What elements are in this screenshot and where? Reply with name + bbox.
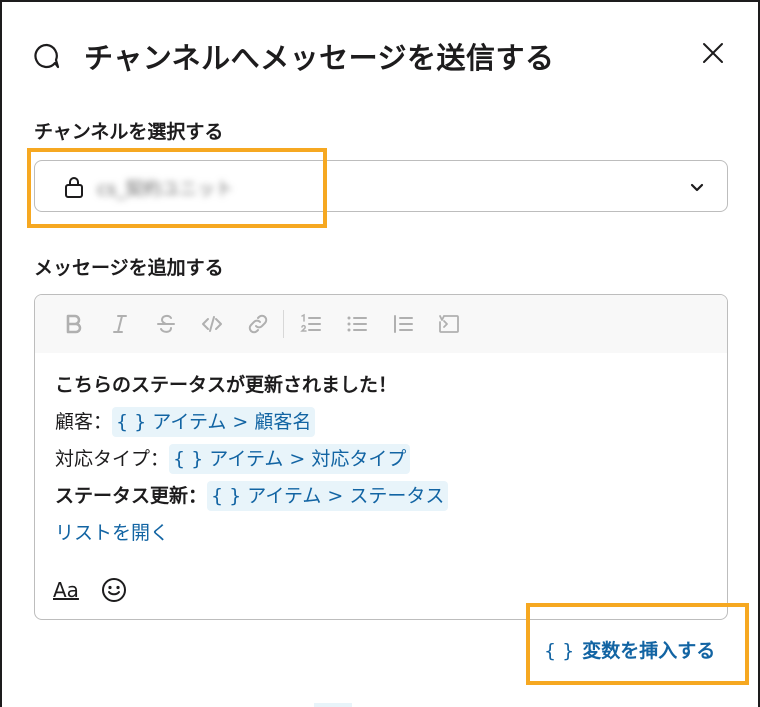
code-icon[interactable] [189, 301, 235, 347]
chevron-down-icon [690, 183, 704, 192]
dialog-header: チャンネルへメッセージを送信する [34, 36, 734, 76]
bulleted-list-icon[interactable] [334, 301, 380, 347]
message-line-4: ステータス更新：{ } アイテム > ステータス [55, 478, 707, 515]
status-update-label: ステータス更新： [55, 485, 208, 507]
message-line-1: こちらのステータスが更新されました！ [55, 374, 398, 396]
message-line-2: 顧客：{ } アイテム > 顧客名 [55, 404, 707, 441]
strikethrough-icon[interactable] [143, 301, 189, 347]
code-block-icon[interactable] [426, 301, 472, 347]
close-icon [703, 43, 723, 63]
format-toggle-button[interactable]: Aa [51, 578, 81, 602]
message-editor[interactable]: こちらのステータスが更新されました！ 顧客：{ } アイテム > 顧客名 対応タ… [34, 294, 728, 620]
toolbar-divider [283, 310, 284, 338]
channel-label: チャンネルを選択する [34, 121, 224, 143]
editor-footer: Aa [51, 577, 127, 603]
variable-chip-status[interactable]: { } アイテム > ステータス [207, 481, 449, 511]
variable-chip-customer[interactable]: { } アイテム > 顧客名 [112, 407, 316, 437]
emoji-icon[interactable] [101, 577, 127, 603]
close-button[interactable] [696, 36, 730, 70]
highlight-box-insert-variable [526, 603, 749, 685]
open-list-link[interactable]: リストを開く [55, 515, 707, 552]
partial-element-bottom [314, 703, 352, 707]
variable-chip-response-type[interactable]: { } アイテム > 対応タイプ [169, 444, 411, 474]
customer-label: 顧客： [55, 411, 113, 433]
ordered-list-icon[interactable] [288, 301, 334, 347]
message-body[interactable]: こちらのステータスが更新されました！ 顧客：{ } アイテム > 顧客名 対応タ… [35, 353, 727, 552]
link-icon[interactable] [235, 301, 281, 347]
format-toolbar [35, 295, 727, 353]
bold-icon[interactable] [51, 301, 97, 347]
highlight-box-channel [27, 148, 327, 228]
italic-icon[interactable] [97, 301, 143, 347]
window-frame-top [0, 0, 760, 2]
message-label: メッセージを追加する [34, 257, 224, 279]
dialog-title: チャンネルへメッセージを送信する [84, 41, 555, 75]
message-line-3: 対応タイプ：{ } アイテム > 対応タイプ [55, 441, 707, 478]
response-type-label: 対応タイプ： [55, 448, 170, 470]
speech-bubble-icon [34, 43, 60, 69]
quote-icon[interactable] [380, 301, 426, 347]
window-frame-left [0, 0, 2, 707]
